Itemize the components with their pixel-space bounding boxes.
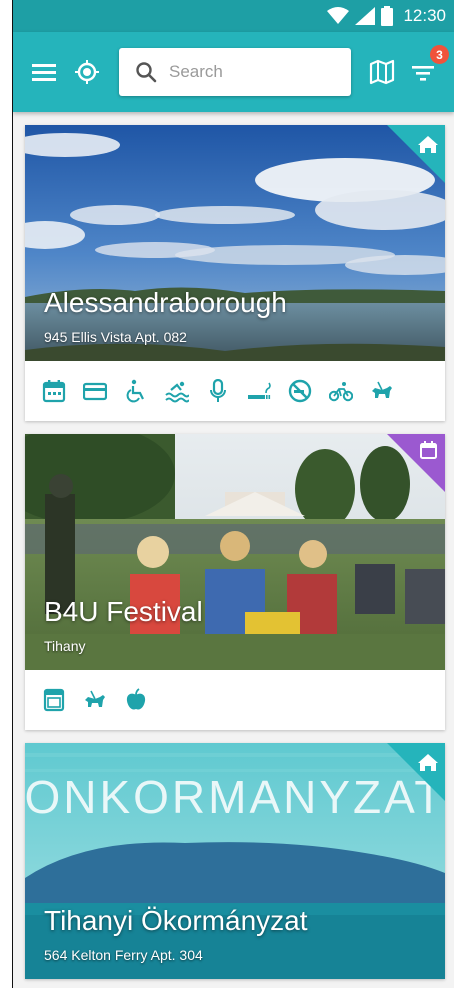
home-icon	[418, 754, 438, 771]
onkormanyzat-illustration: ONKORMANYZAT	[25, 743, 445, 979]
no-smoking-icon	[287, 379, 312, 404]
place-card[interactable]: Alessandraborough 945 Ellis Vista Apt. 0…	[25, 125, 445, 421]
amenity-row	[25, 361, 445, 421]
filter-button[interactable]	[410, 60, 436, 86]
search-bar[interactable]	[119, 48, 351, 96]
amenity-row	[25, 670, 445, 730]
app-bar: 3	[13, 32, 454, 112]
microphone-icon	[205, 379, 230, 404]
search-icon	[136, 62, 157, 83]
calendar-icon	[420, 441, 437, 459]
place-card[interactable]: ONKORMANYZAT Tihanyi Ökormányzat 564 Kel…	[25, 743, 445, 979]
filter-list-icon	[412, 66, 434, 81]
card-image: B4U Festival Tihany	[25, 434, 445, 670]
card-title: B4U Festival	[44, 596, 203, 627]
smoking-icon	[246, 379, 271, 404]
filter-count-badge: 3	[430, 45, 449, 64]
card-image: Alessandraborough 945 Ellis Vista Apt. 0…	[25, 125, 445, 361]
signal-icon	[355, 7, 376, 25]
card-image: ONKORMANYZAT Tihanyi Ökormányzat 564 Kel…	[25, 743, 445, 979]
card-title: Alessandraborough	[44, 287, 287, 318]
guide-dog-icon	[369, 379, 394, 404]
home-icon	[418, 136, 438, 153]
app-frame: 12:30 Search 3 Alessandraborough 945 Ell…	[13, 0, 454, 988]
menu-button[interactable]	[30, 58, 58, 86]
lake-sky-photo	[25, 125, 445, 361]
battery-icon	[381, 6, 394, 26]
event-card[interactable]: B4U Festival Tihany	[25, 434, 445, 730]
place-type-corner	[387, 125, 445, 183]
card-image-text: ONKORMANYZAT	[25, 771, 445, 823]
card-address: 945 Ellis Vista Apt. 082	[44, 329, 187, 345]
map-icon	[369, 59, 395, 85]
event-type-corner	[387, 434, 445, 492]
swimming-icon	[164, 379, 189, 404]
hamburger-menu-icon	[32, 64, 56, 81]
status-icons: 12:30	[327, 6, 446, 26]
place-type-corner	[387, 743, 445, 801]
credit-card-icon	[82, 379, 107, 404]
calendar-icon	[41, 379, 66, 404]
bicycle-icon	[328, 379, 353, 404]
wheelchair-icon	[123, 379, 148, 404]
festival-crowd-photo	[25, 434, 445, 670]
card-address: 564 Kelton Ferry Apt. 304	[44, 947, 203, 963]
status-bar: 12:30	[13, 0, 454, 32]
card-title: Tihanyi Ökormányzat	[44, 905, 308, 936]
crosshair-icon	[75, 60, 99, 84]
search-input[interactable]	[169, 62, 339, 82]
map-view-button[interactable]	[368, 58, 396, 86]
card-location: Tihany	[44, 638, 86, 654]
left-gutter	[0, 0, 13, 988]
oven-icon	[41, 688, 66, 713]
apple-icon	[123, 688, 148, 713]
my-location-button[interactable]	[73, 58, 101, 86]
wifi-icon	[327, 7, 350, 24]
status-time: 12:30	[403, 6, 446, 25]
card-feed: Alessandraborough 945 Ellis Vista Apt. 0…	[25, 125, 445, 988]
guide-dog-icon	[82, 688, 107, 713]
